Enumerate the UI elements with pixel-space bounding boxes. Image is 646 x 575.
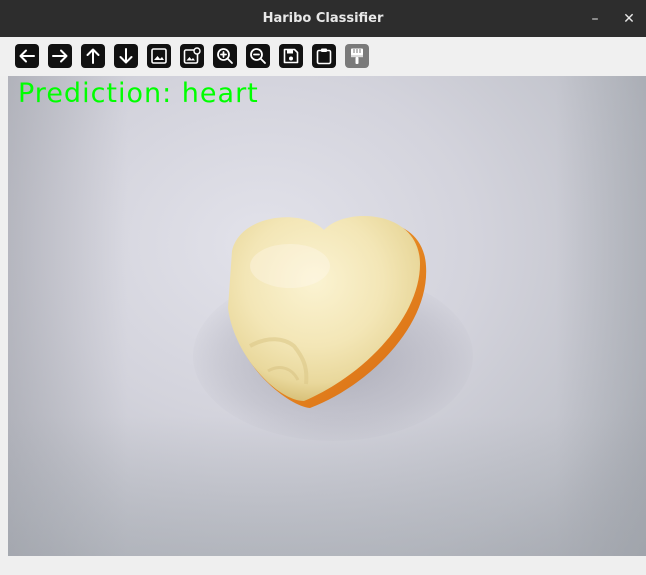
arrow-right-button[interactable] [48,44,72,68]
image-button[interactable] [147,44,171,68]
left-border [0,76,8,556]
arrow-down-button[interactable] [114,44,138,68]
toolbar [0,37,646,76]
prediction-label: Prediction: heart [18,78,259,109]
arrow-left-button[interactable] [15,44,39,68]
zoom-out-button[interactable] [246,44,270,68]
clipboard-icon [316,48,332,65]
minimize-button[interactable]: – [584,8,606,30]
image-icon [151,48,167,64]
zoom-in-icon [217,48,233,64]
paint-brush-button[interactable] [345,44,369,68]
title-bar[interactable]: Haribo Classifier – ✕ [0,0,646,37]
camera-frame: Prediction: heart [8,76,646,556]
zoom-in-button[interactable] [213,44,237,68]
image-properties-icon [183,47,201,64]
zoom-out-icon [250,48,266,64]
clipboard-button[interactable] [312,44,336,68]
heart-gummy-image [228,215,427,408]
status-bar [0,556,646,575]
arrow-left-icon [19,49,35,63]
arrow-right-icon [52,49,68,63]
save-button[interactable] [279,44,303,68]
arrow-up-button[interactable] [81,44,105,68]
arrow-up-icon [86,48,100,64]
image-properties-button[interactable] [180,44,204,68]
close-button[interactable]: ✕ [618,8,640,30]
app-window: Haribo Classifier – ✕ Prediction: heart [0,0,646,575]
save-icon [283,48,299,64]
paint-brush-icon [351,48,363,64]
window-title: Haribo Classifier [262,11,384,26]
arrow-down-icon [119,48,133,64]
